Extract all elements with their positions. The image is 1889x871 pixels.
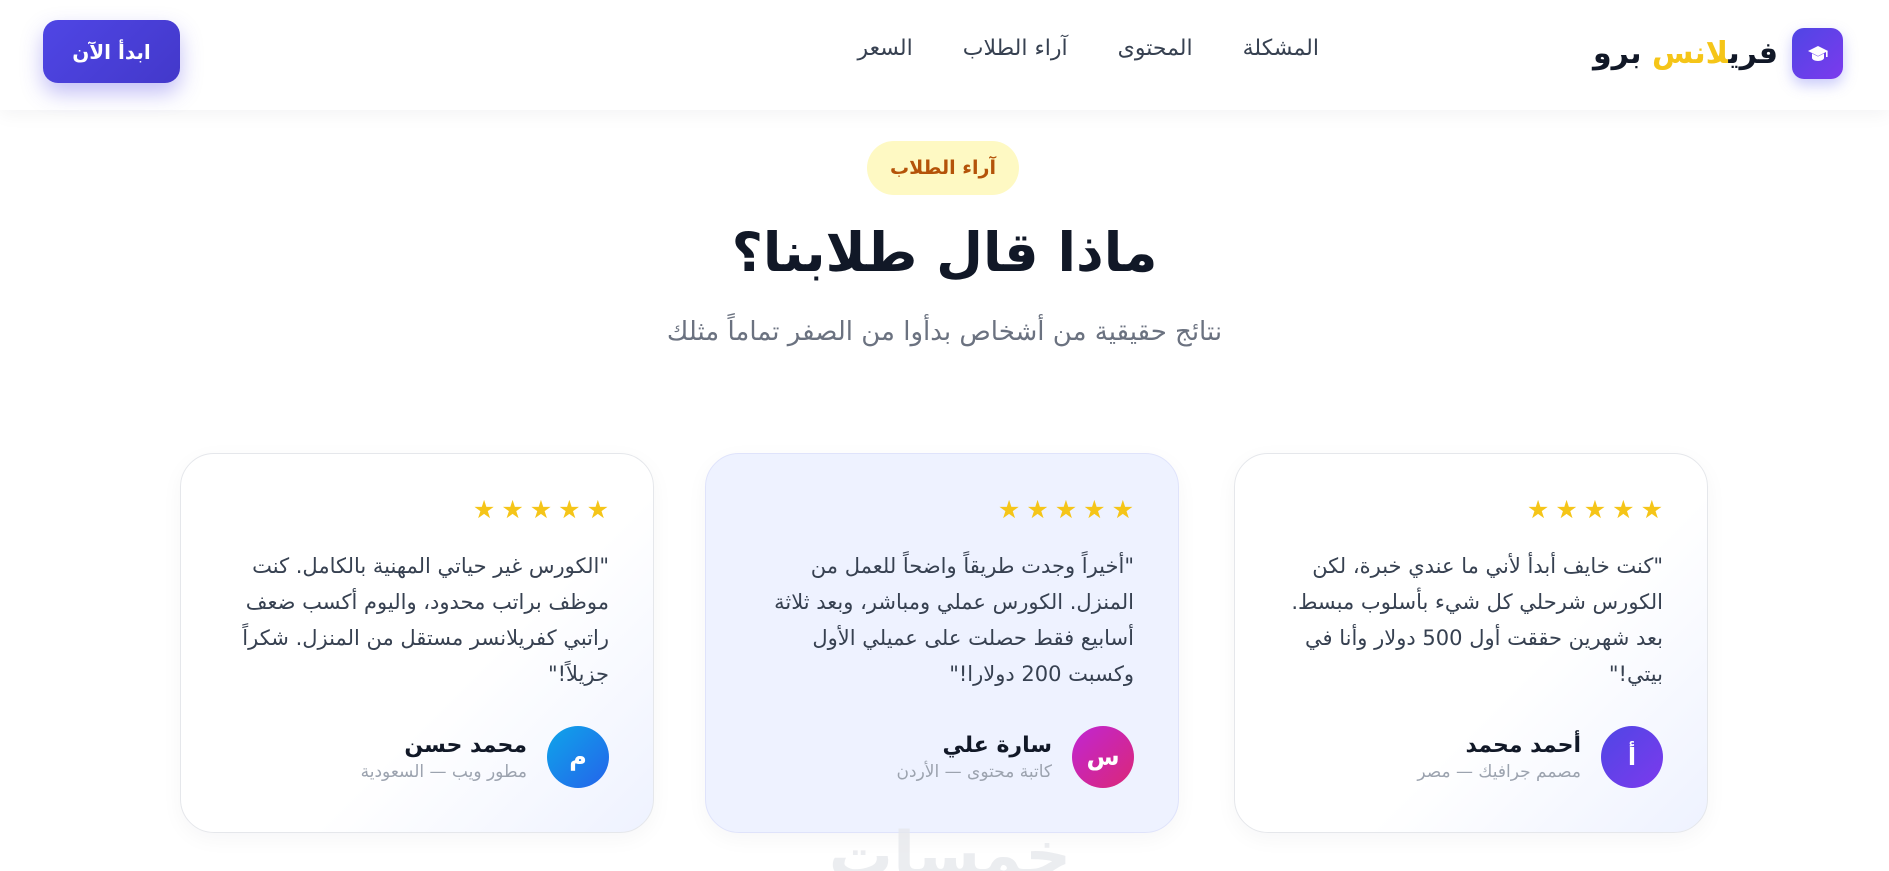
testimonial-card: ★ ★ ★ ★ ★ "كنت خايف أبدأ لأني ما عندي خب…	[1234, 453, 1708, 833]
star-icon: ★	[1612, 494, 1635, 524]
avatar: س	[1072, 726, 1134, 788]
nav-link-content[interactable]: المحتوى	[1118, 36, 1193, 61]
rating-stars: ★ ★ ★ ★ ★	[750, 494, 1134, 524]
rating-stars: ★ ★ ★ ★ ★	[1279, 494, 1663, 524]
star-icon: ★	[472, 494, 496, 524]
author-info: أحمد محمد مصمم جرافيك — مصر	[1417, 733, 1581, 782]
avatar: م	[547, 726, 609, 788]
author-role: مصمم جرافيك — مصر	[1417, 761, 1581, 782]
star-icon: ★	[1640, 494, 1663, 524]
navbar: فريلانس برو المشكلة المحتوى آراء الطلاب …	[0, 0, 1889, 110]
graduation-cap-icon	[1792, 28, 1843, 79]
section-badge: آراء الطلاب	[867, 141, 1019, 195]
author-role: مطور ويب — السعودية	[360, 761, 527, 782]
star-icon: ★	[1526, 494, 1550, 524]
watermark: خمسات	[828, 819, 1072, 871]
testimonial-author: س سارة علي كاتبة محتوى — الأردن	[897, 726, 1134, 788]
testimonial-quote: "الكورس غير حياتي المهنية بالكامل. كنت م…	[242, 554, 609, 686]
author-name: سارة علي	[942, 732, 1052, 758]
author-role: كاتبة محتوى — الأردن	[896, 761, 1052, 782]
star-icon: ★	[1111, 494, 1134, 524]
author-name: محمد حسن	[404, 732, 527, 758]
star-icon: ★	[1555, 494, 1578, 524]
page: فريلانس برو المشكلة المحتوى آراء الطلاب …	[0, 0, 1889, 871]
star-icon: ★	[501, 494, 524, 524]
testimonial-author: م محمد حسن مطور ويب — السعودية	[361, 726, 609, 788]
testimonial-quote: "أخيراً وجدت طريقاً واضحاً للعمل من المن…	[774, 554, 1134, 686]
rating-stars: ★ ★ ★ ★ ★	[225, 494, 609, 524]
author-info: سارة علي كاتبة محتوى — الأردن	[897, 733, 1052, 782]
star-icon: ★	[1583, 494, 1607, 524]
star-icon: ★	[586, 494, 609, 524]
section-title: ماذا قال طلابنا؟	[731, 221, 1158, 284]
nav-link-problem[interactable]: المشكلة	[1243, 36, 1319, 61]
star-icon: ★	[1026, 494, 1049, 524]
testimonial-quote: "كنت خايف أبدأ لأني ما عندي خبرة، لكن ال…	[1291, 554, 1663, 686]
main-nav: المشكلة المحتوى آراء الطلاب السعر	[858, 36, 1319, 61]
star-icon: ★	[558, 494, 581, 524]
nav-link-price[interactable]: السعر	[858, 36, 913, 61]
section-subtitle: نتائج حقيقية من أشخاص بدأوا من الصفر تما…	[666, 317, 1223, 347]
star-icon: ★	[1083, 494, 1106, 524]
testimonial-card: ★ ★ ★ ★ ★ "الكورس غير حياتي المهنية بالك…	[180, 453, 654, 833]
logo[interactable]: فريلانس برو	[1593, 28, 1843, 79]
testimonial-author: أ أحمد محمد مصمم جرافيك — مصر	[1417, 726, 1663, 788]
logo-text: فريلانس برو	[1592, 35, 1778, 71]
author-info: محمد حسن مطور ويب — السعودية	[361, 733, 527, 782]
testimonial-card: ★ ★ ★ ★ ★ "أخيراً وجدت طريقاً واضحاً للع…	[705, 453, 1179, 833]
star-icon: ★	[529, 494, 553, 524]
nav-link-testimonials[interactable]: آراء الطلاب	[963, 36, 1068, 61]
star-icon: ★	[997, 494, 1021, 524]
avatar: أ	[1601, 726, 1663, 788]
author-name: أحمد محمد	[1465, 732, 1581, 758]
start-now-button[interactable]: ابدأ الآن	[43, 20, 180, 83]
star-icon: ★	[1054, 494, 1078, 524]
